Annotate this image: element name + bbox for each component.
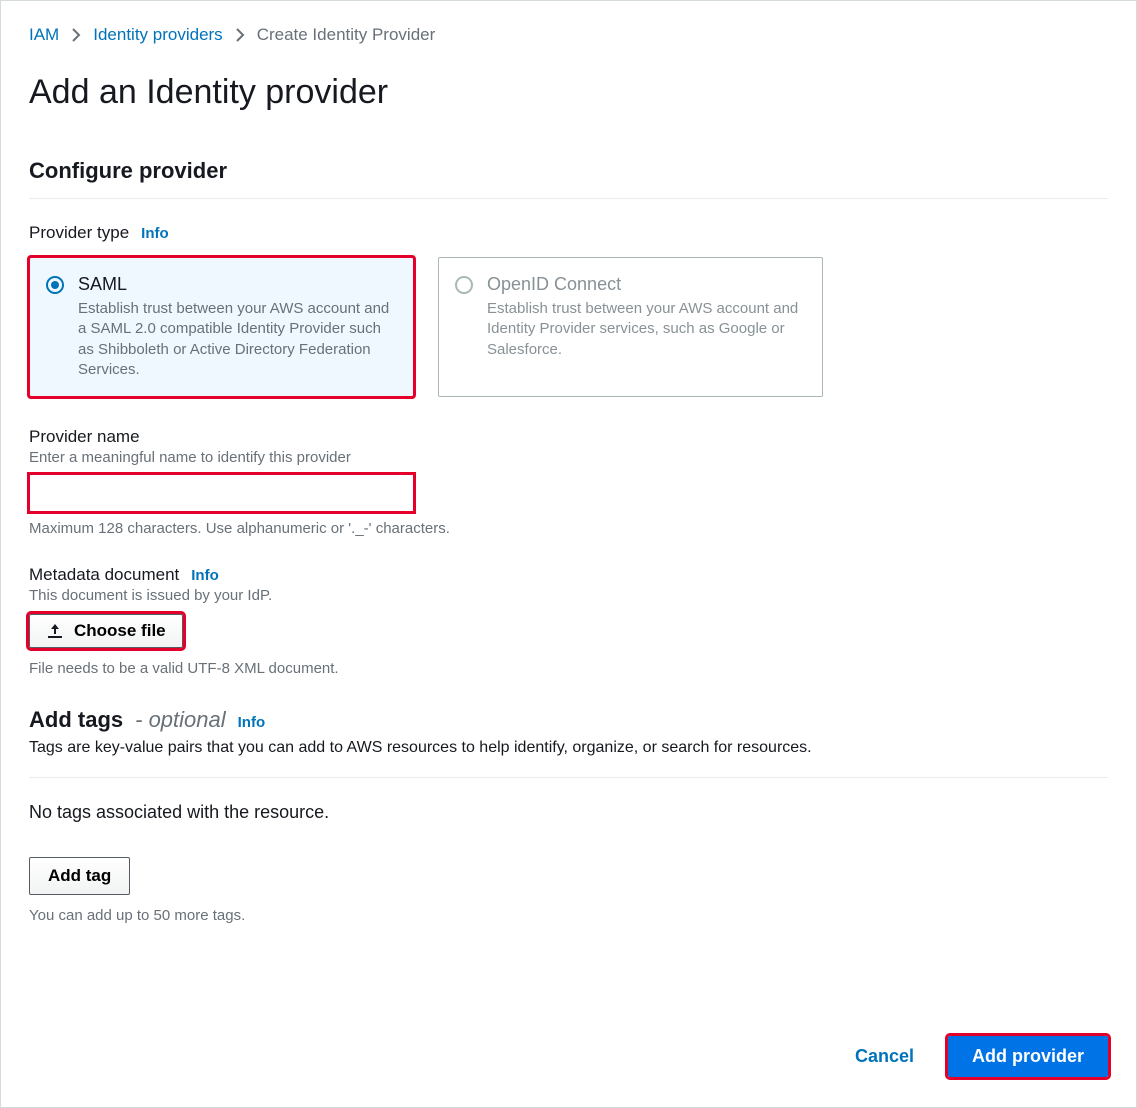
tags-heading: Add tags	[29, 707, 123, 733]
chevron-right-icon	[235, 28, 245, 42]
provider-name-constraint: Maximum 128 characters. Use alphanumeric…	[29, 520, 1108, 537]
upload-icon	[46, 623, 64, 639]
configure-provider-heading: Configure provider	[29, 158, 1108, 184]
breadcrumb-iam[interactable]: IAM	[29, 25, 59, 45]
metadata-label-row: Metadata document Info	[29, 565, 1108, 585]
metadata-help: This document is issued by your IdP.	[29, 587, 1108, 604]
provider-name-field: Provider name Enter a meaningful name to…	[29, 427, 1108, 537]
provider-type-options: SAML Establish trust between your AWS ac…	[29, 257, 1108, 397]
tags-heading-row: Add tags - optional Info	[29, 707, 1108, 733]
radio-unselected-icon	[455, 276, 473, 294]
radio-selected-icon	[46, 276, 64, 294]
provider-type-option-openid[interactable]: OpenID Connect Establish trust between y…	[438, 257, 823, 397]
tags-optional-suffix: - optional	[135, 707, 226, 733]
provider-type-option-saml[interactable]: SAML Establish trust between your AWS ac…	[29, 257, 414, 397]
choose-file-button[interactable]: Choose file	[29, 614, 183, 648]
provider-type-label: Provider type	[29, 223, 129, 243]
add-provider-button[interactable]: Add provider	[948, 1036, 1108, 1077]
divider	[29, 777, 1108, 778]
choose-file-label: Choose file	[74, 621, 166, 641]
page-title: Add an Identity provider	[29, 73, 1108, 112]
provider-type-info-link[interactable]: Info	[141, 225, 169, 242]
tags-limit-text: You can add up to 50 more tags.	[29, 907, 1108, 924]
tags-info-link[interactable]: Info	[238, 714, 266, 731]
provider-name-help: Enter a meaningful name to identify this…	[29, 449, 1108, 466]
metadata-field: Metadata document Info This document is …	[29, 565, 1108, 677]
option-saml-desc: Establish trust between your AWS account…	[78, 299, 395, 380]
divider	[29, 198, 1108, 199]
no-tags-text: No tags associated with the resource.	[29, 802, 1108, 823]
breadcrumb-current: Create Identity Provider	[257, 25, 436, 45]
provider-type-field: Provider type Info SAML Establish trust …	[29, 223, 1108, 397]
option-openid-desc: Establish trust between your AWS account…	[487, 299, 804, 360]
metadata-label: Metadata document	[29, 565, 179, 585]
breadcrumb: IAM Identity providers Create Identity P…	[29, 25, 1108, 45]
provider-name-label: Provider name	[29, 427, 1108, 447]
metadata-info-link[interactable]: Info	[191, 567, 219, 584]
cancel-button[interactable]: Cancel	[855, 1046, 914, 1067]
metadata-constraint: File needs to be a valid UTF-8 XML docum…	[29, 660, 1108, 677]
provider-name-input[interactable]	[29, 474, 414, 512]
breadcrumb-identity-providers[interactable]: Identity providers	[93, 25, 222, 45]
option-openid-title: OpenID Connect	[487, 274, 804, 295]
provider-type-label-row: Provider type Info	[29, 223, 1108, 243]
add-tag-button[interactable]: Add tag	[29, 857, 130, 895]
option-saml-title: SAML	[78, 274, 395, 295]
footer-actions: Cancel Add provider	[855, 1036, 1108, 1077]
tags-description: Tags are key-value pairs that you can ad…	[29, 739, 1108, 757]
page-container: IAM Identity providers Create Identity P…	[0, 0, 1137, 1108]
chevron-right-icon	[71, 28, 81, 42]
